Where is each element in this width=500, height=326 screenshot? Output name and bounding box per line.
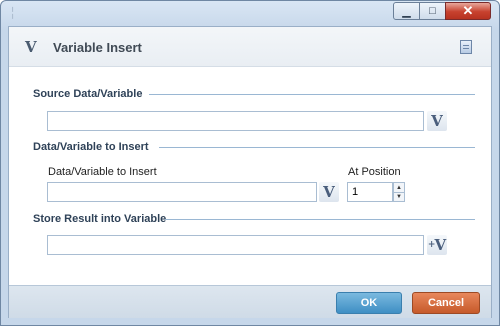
maximize-button[interactable]: □ [419,2,446,20]
insert-variable-input[interactable] [47,182,317,202]
maximize-icon: □ [429,5,436,17]
variable-icon: V [25,38,37,56]
source-section-divider [149,94,475,95]
minimize-icon: ▁ [402,5,411,18]
dialog-body: V Variable Insert Source Data/Variable V… [8,26,492,318]
notes-icon[interactable] [460,40,472,54]
insert-section-label: Data/Variable to Insert [33,141,149,153]
source-variable-picker-button[interactable]: V [427,111,447,131]
result-section-divider [165,219,475,220]
dialog-window: ╎ ▁ □ ✕ V Variable Insert Source Data/Va… [0,0,500,326]
close-button[interactable]: ✕ [445,2,491,20]
dialog-footer: OK Cancel [9,285,491,318]
insert-field-label: Data/Variable to Insert [48,166,157,178]
position-stepper[interactable]: ▲ ▼ [393,182,405,202]
cancel-button[interactable]: Cancel [412,292,480,314]
variable-picker-icon: V [323,183,335,201]
result-variable-input[interactable] [47,235,424,255]
title-bar[interactable]: ╎ ▁ □ ✕ [1,1,499,26]
result-section-label: Store Result into Variable [33,213,167,225]
dialog-title: Variable Insert [53,40,142,55]
variable-picker-icon: V [434,236,447,254]
ok-button[interactable]: OK [336,292,402,314]
source-section-label: Source Data/Variable [33,88,143,100]
minimize-button[interactable]: ▁ [393,2,420,20]
dialog-header: V Variable Insert [9,27,491,67]
position-label: At Position [348,166,401,178]
app-icon: ╎ [9,6,17,20]
source-variable-input[interactable] [47,111,424,131]
position-input[interactable] [347,182,393,202]
insert-variable-picker-button[interactable]: V [319,182,339,202]
variable-picker-icon: V [431,112,443,130]
insert-section-divider [159,147,475,148]
spin-down-icon[interactable]: ▼ [394,192,404,201]
close-icon: ✕ [462,3,474,18]
result-variable-picker-button[interactable]: + V [427,235,447,255]
